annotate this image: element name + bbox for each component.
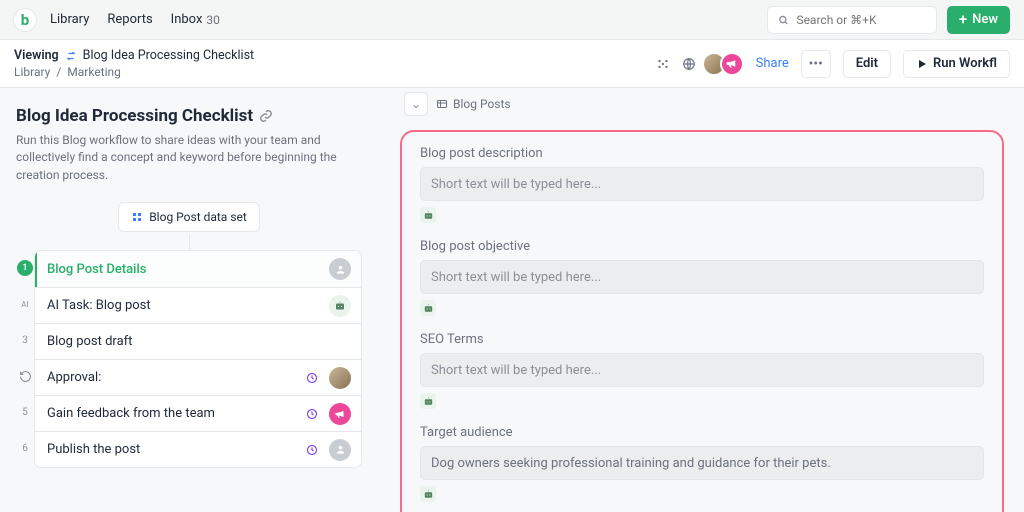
dataset-pill[interactable]: Blog Post data set: [118, 202, 260, 232]
clock-icon: [301, 403, 323, 425]
step-row[interactable]: AI Task: Blog post: [35, 287, 361, 323]
breadcrumb-a[interactable]: Library: [14, 65, 50, 79]
step-title: Publish the post: [47, 442, 140, 457]
form-field: SEO Terms Short text will be typed here..…: [420, 332, 984, 409]
nav-reports[interactable]: Reports: [107, 12, 152, 27]
step-row[interactable]: Approval:: [35, 359, 361, 395]
field-input[interactable]: Dog owners seeking professional training…: [420, 446, 984, 480]
page-title: Blog Idea Processing Checklist: [16, 106, 253, 126]
step-title: Blog Post Details: [47, 262, 146, 277]
plus-icon: +: [959, 12, 967, 27]
field-label: Blog post objective: [420, 239, 984, 254]
top-nav: b Library Reports Inbox 30 + New: [0, 0, 1024, 40]
robot-icon: [420, 300, 436, 316]
nav-library[interactable]: Library: [50, 12, 89, 27]
field-input[interactable]: Short text will be typed here...: [420, 167, 984, 201]
new-button-label: New: [972, 12, 998, 27]
form-field: Blog post objective Short text will be ty…: [420, 239, 984, 316]
megaphone-icon: [329, 403, 351, 425]
mode-label: Viewing: [14, 48, 59, 63]
robot-icon: [420, 207, 436, 223]
brand-logo[interactable]: b: [14, 9, 36, 31]
sub-header: Viewing Blog Idea Processing Checklist L…: [0, 40, 1024, 88]
nav-inbox[interactable]: Inbox 30: [171, 12, 220, 27]
field-input[interactable]: Short text will be typed here...: [420, 353, 984, 387]
step-row[interactable]: Publish the post: [35, 431, 361, 467]
robot-icon: [420, 393, 436, 409]
assignee-icon: [329, 439, 351, 461]
dropdown-handle[interactable]: ⌄: [404, 92, 428, 116]
step-marker: 5: [16, 394, 34, 430]
field-label: SEO Terms: [420, 332, 984, 347]
step-marker: AI: [16, 286, 34, 322]
step-marker: [16, 358, 34, 394]
field-label: Blog post description: [420, 146, 984, 161]
workflow-title: Blog Idea Processing Checklist: [83, 48, 254, 63]
avatar-stack[interactable]: [708, 52, 744, 76]
clock-icon: [301, 439, 323, 461]
run-workflow-label: Run Workfl: [933, 56, 997, 71]
share-link[interactable]: Share: [756, 56, 789, 71]
step-title: Gain feedback from the team: [47, 406, 215, 421]
connector-line: [189, 234, 190, 250]
step-title: Approval:: [47, 370, 101, 385]
search-icon: [778, 14, 789, 26]
breadcrumb: Library / Marketing: [14, 65, 254, 79]
blog-posts-chip-label: Blog Posts: [453, 97, 511, 111]
play-icon: [916, 58, 928, 70]
steps-list: Blog Post Details AI Task: Blog post Blog …: [16, 250, 362, 468]
assignee-icon: [329, 258, 351, 280]
nav-inbox-label: Inbox: [171, 12, 203, 27]
step-title: Blog post draft: [47, 334, 132, 349]
breadcrumb-sep: /: [56, 65, 61, 79]
step-row[interactable]: Gain feedback from the team: [35, 395, 361, 431]
search-input[interactable]: [767, 6, 937, 34]
globe-icon[interactable]: [682, 57, 696, 71]
swap-icon: [65, 50, 77, 62]
step-row[interactable]: Blog post draft: [35, 323, 361, 359]
table-icon: [436, 98, 448, 110]
field-input[interactable]: Short text will be typed here...: [420, 260, 984, 294]
dataset-label: Blog Post data set: [149, 210, 247, 224]
form-field: Blog post description Short text will be …: [420, 146, 984, 223]
main: Blog Idea Processing Checklist Run this …: [0, 88, 1024, 512]
clock-icon: [301, 367, 323, 389]
highlighted-fields-callout: Blog post description Short text will be …: [400, 130, 1004, 512]
robot-icon: [420, 486, 436, 502]
search-field[interactable]: [794, 12, 925, 28]
form-field: Target audience Dog owners seeking profes…: [420, 425, 984, 502]
step-marker: 1: [16, 250, 34, 286]
assignee-avatar: [329, 367, 351, 389]
link-icon[interactable]: [259, 109, 273, 123]
page-description: Run this Blog workflow to share ideas wi…: [16, 132, 362, 184]
blog-posts-chip[interactable]: Blog Posts: [436, 97, 511, 111]
step-title: AI Task: Blog post: [47, 298, 151, 313]
right-panel: ⌄ Blog Posts Blog post description Short …: [378, 88, 1024, 512]
left-panel: Blog Idea Processing Checklist Run this …: [0, 88, 378, 512]
step-marker: 6: [16, 430, 34, 466]
field-label: Target audience: [420, 425, 984, 440]
org-icon[interactable]: [656, 57, 670, 71]
step-row[interactable]: Blog Post Details: [35, 251, 361, 287]
new-button[interactable]: + New: [947, 6, 1010, 34]
step-marker: 3: [16, 322, 34, 358]
robot-icon: [329, 295, 351, 317]
run-workflow-button[interactable]: Run Workfl: [903, 50, 1010, 78]
dataset-icon: [131, 211, 143, 223]
avatar-megaphone: [720, 52, 744, 76]
nav-inbox-count: 30: [206, 13, 220, 27]
more-button[interactable]: •••: [801, 50, 831, 78]
breadcrumb-b[interactable]: Marketing: [67, 65, 121, 79]
edit-button[interactable]: Edit: [843, 50, 891, 78]
